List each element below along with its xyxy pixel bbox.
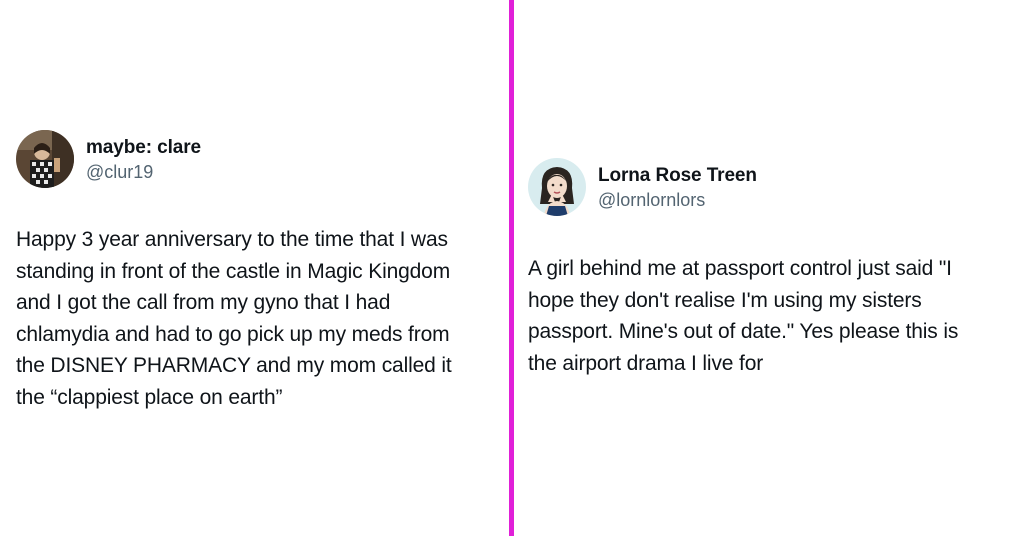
column-divider: [509, 0, 514, 536]
author-names: maybe: clare @clur19: [86, 130, 201, 184]
avatar[interactable]: [16, 130, 74, 188]
tweet-card-left[interactable]: maybe: clare @clur19 Happy 3 year annive…: [16, 130, 502, 413]
avatar[interactable]: [528, 158, 586, 216]
author-names: Lorna Rose Treen @lornlornlors: [598, 158, 757, 212]
tweet-text: A girl behind me at passport control jus…: [528, 257, 959, 375]
tweet-header: maybe: clare @clur19: [16, 130, 502, 188]
display-name[interactable]: maybe: clare: [86, 136, 201, 160]
user-handle[interactable]: @lornlornlors: [598, 188, 757, 212]
user-avatar-illustration-icon: [528, 158, 586, 216]
tweet-card-right[interactable]: Lorna Rose Treen @lornlornlors A girl be…: [528, 158, 1014, 379]
user-avatar-photo-icon: [16, 130, 74, 188]
user-handle[interactable]: @clur19: [86, 160, 201, 184]
tweet-text: Happy 3 year anniversary to the time tha…: [16, 228, 452, 409]
display-name[interactable]: Lorna Rose Treen: [598, 164, 757, 188]
tweet-header: Lorna Rose Treen @lornlornlors: [528, 158, 1014, 216]
